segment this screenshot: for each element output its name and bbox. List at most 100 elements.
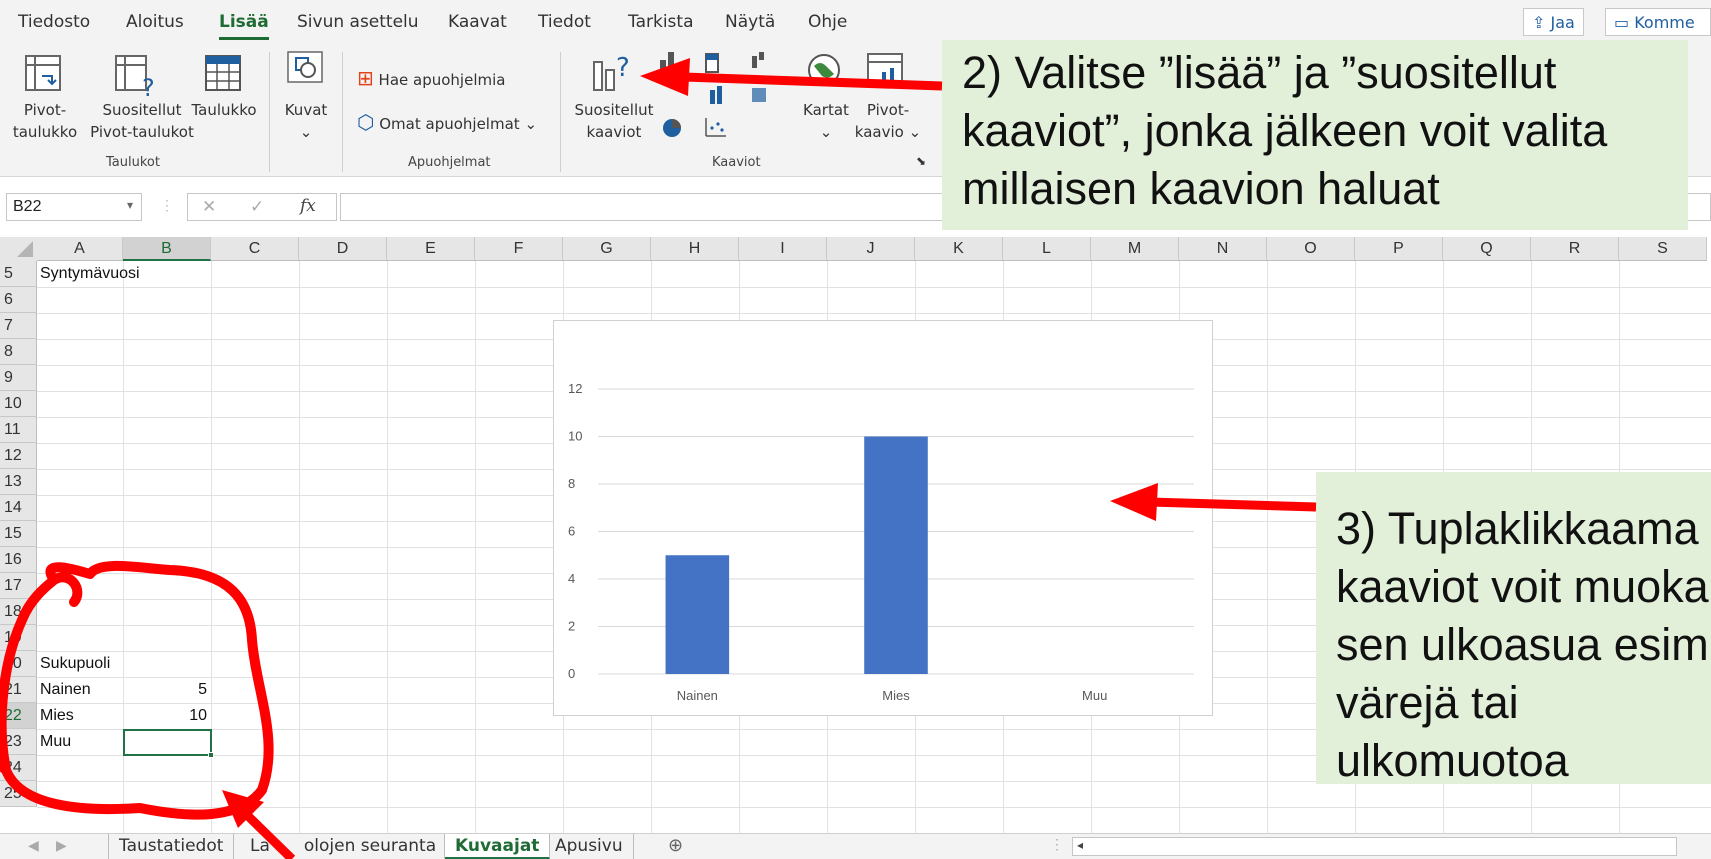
column-header-d[interactable]: D (299, 237, 387, 261)
column-header-j[interactable]: J (827, 237, 915, 261)
tab-file[interactable]: Tiedosto (18, 12, 90, 32)
row-header[interactable]: 8 (0, 339, 37, 365)
row-header[interactable]: 17 (0, 573, 37, 599)
row-header[interactable]: 14 (0, 495, 37, 521)
pivot-chart-icon[interactable] (866, 52, 906, 90)
column-header-h[interactable]: H (651, 237, 739, 261)
dialog-launcher-icon[interactable]: ⬊ (916, 154, 926, 168)
recommended-charts-button[interactable]: Suositellut kaaviot (574, 99, 654, 143)
stock-chart-icon[interactable] (752, 88, 766, 102)
row-header[interactable]: 11 (0, 417, 37, 443)
chevron-down-icon[interactable]: ▾ (127, 198, 133, 212)
column-header-q[interactable]: Q (1443, 237, 1531, 261)
column-header-e[interactable]: E (387, 237, 475, 261)
column-header-l[interactable]: L (1003, 237, 1091, 261)
sheet-tab-kuvaajat[interactable]: Kuvaajat (445, 834, 551, 859)
column-header-f[interactable]: F (475, 237, 563, 261)
row-header[interactable]: 7 (0, 313, 37, 339)
row-header[interactable]: 21 (0, 677, 37, 703)
scroll-left-icon[interactable]: ◂ (1077, 838, 1083, 852)
select-all-corner[interactable] (0, 237, 37, 261)
scroll-right-icon[interactable]: ▶ (56, 837, 67, 854)
my-addins-button[interactable]: ⬡ Omat apuohjelmat ⌄ (357, 110, 537, 134)
row-header[interactable]: 16 (0, 547, 37, 573)
column-header-s[interactable]: S (1619, 237, 1707, 261)
pivot-table-icon[interactable] (24, 54, 64, 94)
column-header-a[interactable]: A (37, 237, 123, 261)
row-header[interactable]: 20 (0, 651, 37, 677)
row-header[interactable]: 13 (0, 469, 37, 495)
waterfall-chart-icon[interactable] (752, 52, 764, 68)
table-button[interactable]: Taulukko (188, 99, 260, 121)
sheet-tab-taustatiedot[interactable]: Taustatiedot (108, 834, 235, 859)
images-button[interactable]: Kuvat ⌄ (278, 99, 334, 143)
recommended-pivot-button[interactable]: Suositellut Pivot-taulukot (88, 99, 196, 143)
comments-button[interactable]: ▭ Komme (1605, 8, 1711, 36)
tab-insert[interactable]: Lisää (219, 12, 269, 40)
bar-chart[interactable]: 0 2 4 6 8 10 12 Nainen Mies Muu (553, 320, 1213, 716)
cell-a21[interactable]: Mies (40, 703, 74, 729)
column-chart-icon[interactable] (660, 52, 674, 76)
tab-formulas[interactable]: Kaavat (448, 12, 507, 32)
column-header-c[interactable]: C (211, 237, 299, 261)
add-sheet-icon[interactable]: ⊕ (668, 835, 683, 856)
recommended-pivot-icon[interactable]: ? (112, 54, 162, 98)
row-header[interactable]: 25 (0, 781, 37, 807)
active-cell-b22[interactable] (123, 729, 214, 758)
recommended-charts-icon[interactable]: ? (590, 48, 636, 94)
column-header-b[interactable]: B (123, 237, 211, 261)
row-header-selected[interactable]: 22 (0, 703, 37, 729)
pivot-chart-button[interactable]: Pivot- kaavio ⌄ (852, 99, 924, 143)
images-icon[interactable] (286, 50, 326, 86)
row-header[interactable]: 19 (0, 625, 37, 651)
row-header[interactable]: 23 (0, 729, 37, 755)
tab-review[interactable]: Tarkista (628, 12, 694, 32)
maps-icon[interactable] (806, 52, 842, 88)
column-header-n[interactable]: N (1179, 237, 1267, 261)
chart-types-gallery[interactable] (658, 48, 808, 144)
column-header-g[interactable]: G (563, 237, 651, 261)
row-header[interactable]: 6 (0, 287, 37, 313)
hierarchy-chart-icon[interactable] (705, 53, 719, 73)
cell-a22[interactable]: Muu (40, 729, 71, 755)
pie-chart-icon[interactable] (663, 119, 681, 137)
tab-view[interactable]: Näytä (725, 12, 775, 32)
share-button[interactable]: ⇪ Jaa (1523, 8, 1584, 36)
row-header[interactable]: 10 (0, 391, 37, 417)
maps-button[interactable]: Kartat ⌄ (796, 99, 856, 143)
sheet-tab-seuranta[interactable]: La olojen seuranta (240, 834, 445, 859)
row-header[interactable]: 24 (0, 755, 37, 781)
scatter-chart-icon[interactable] (705, 118, 726, 137)
column-header-o[interactable]: O (1267, 237, 1355, 261)
tab-help[interactable]: Ohje (808, 12, 847, 32)
name-box[interactable]: B22 ▾ (6, 193, 142, 221)
cell-a20[interactable]: Nainen (40, 677, 91, 703)
cell-a5[interactable]: Syntymävuosi (40, 261, 140, 287)
tab-data[interactable]: Tiedot (538, 12, 591, 32)
cell-a19[interactable]: Sukupuoli (40, 651, 110, 677)
table-icon[interactable] (204, 54, 244, 94)
scroll-left-icon[interactable]: ◀ (28, 837, 39, 854)
get-addins-button[interactable]: ⊞ Hae apuohjelmia (357, 66, 505, 90)
column-header-i[interactable]: I (739, 237, 827, 261)
row-header[interactable]: 15 (0, 521, 37, 547)
column-header-r[interactable]: R (1531, 237, 1619, 261)
column-header-p[interactable]: P (1355, 237, 1443, 261)
tab-page-layout[interactable]: Sivun asettelu (297, 12, 419, 32)
row-header[interactable]: 9 (0, 365, 37, 391)
bar-chart-icon[interactable] (710, 86, 722, 104)
chart-plot[interactable]: 0 2 4 6 8 10 12 Nainen Mies Muu (554, 321, 1214, 717)
tab-home[interactable]: Aloitus (126, 12, 184, 32)
sheet-tab-apusivu[interactable]: Apusivu (545, 834, 634, 859)
row-header[interactable]: 12 (0, 443, 37, 469)
pivot-table-button[interactable]: Pivot- taulukko (10, 99, 80, 143)
fx-icon[interactable]: fx (300, 196, 316, 216)
confirm-icon[interactable]: ✓ (250, 197, 264, 217)
cell-b21[interactable]: 10 (123, 703, 207, 729)
horizontal-scrollbar[interactable]: ◂ (1072, 837, 1677, 856)
cancel-icon[interactable]: ✕ (202, 197, 216, 217)
column-header-m[interactable]: M (1091, 237, 1179, 261)
row-header[interactable]: 5 (0, 261, 37, 287)
row-header[interactable]: 18 (0, 599, 37, 625)
fill-handle[interactable] (208, 752, 214, 758)
